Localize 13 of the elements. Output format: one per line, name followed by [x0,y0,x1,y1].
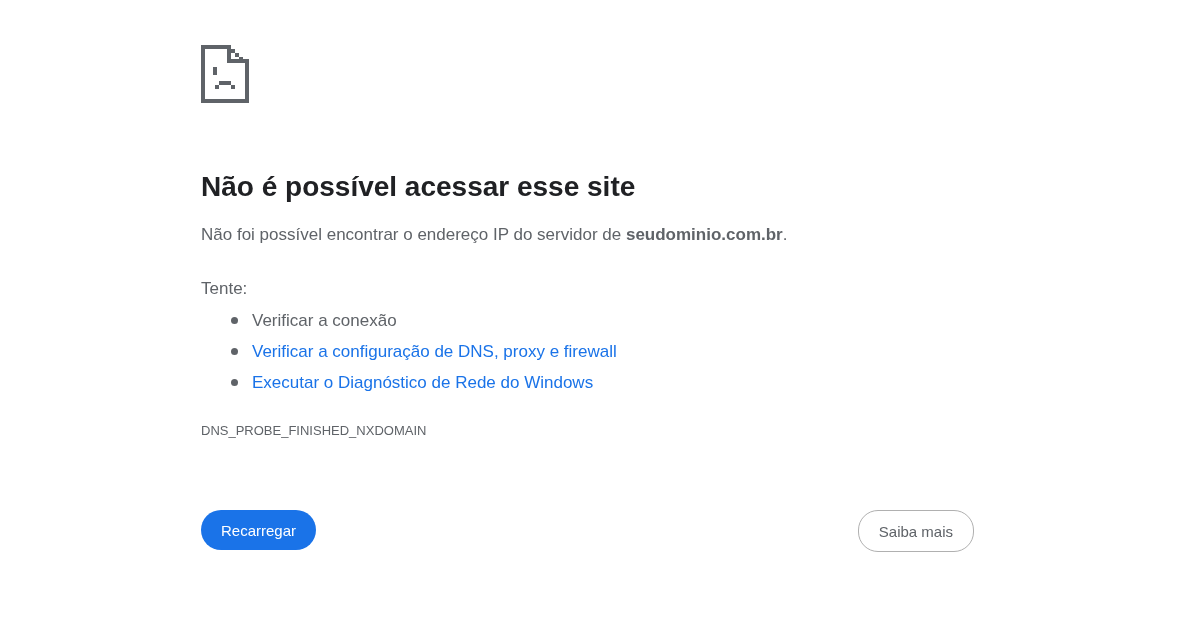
suggestions-label: Tente: [201,278,248,300]
error-heading: Não é possível acessar esse site [201,170,637,204]
suggestion-link[interactable]: Executar o Diagnóstico de Rede do Windows [252,367,594,398]
reload-button[interactable]: Recarregar [201,510,317,550]
suggestion-text: Verificar a conexão [252,310,397,332]
error-code: DNS_PROBE_FINISHED_NXDOMAIN [201,422,427,440]
bullet-icon [231,317,238,324]
sad-page-icon [201,45,249,103]
error-message: Não foi possível encontrar o endereço IP do servidor de seudominio.com.br. [201,224,789,246]
bullet-icon [231,379,238,386]
suggestion-link[interactable]: Verificar a configuração de DNS, proxy e firewall [252,336,617,367]
bullet-icon [231,348,238,355]
learn-more-button[interactable]: Saiba mais [857,510,974,552]
